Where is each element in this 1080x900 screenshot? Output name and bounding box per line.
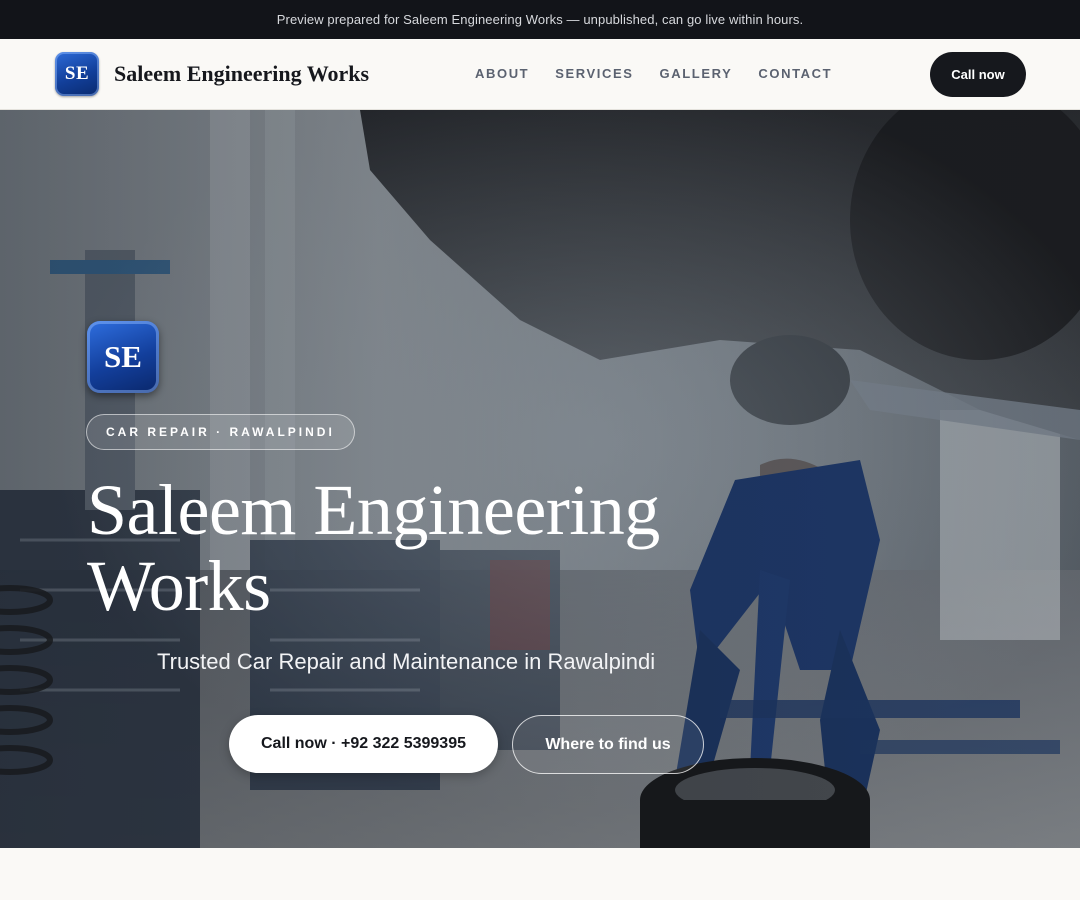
hero-section: SE CAR REPAIR · RAWALPINDI Saleem Engine… (0, 110, 1080, 848)
hero-eyebrow-badge: CAR REPAIR · RAWALPINDI (86, 414, 355, 450)
hero-call-now-button[interactable]: Call now · +92 322 5399395 (229, 715, 498, 773)
preview-banner: Preview prepared for Saleem Engineering … (0, 0, 1080, 39)
preview-banner-text: Preview prepared for Saleem Engineering … (276, 12, 804, 27)
nav-link-gallery[interactable]: GALLERY (660, 66, 733, 81)
brand[interactable]: SE Saleem Engineering Works (55, 52, 369, 96)
hero-eyebrow-text: CAR REPAIR · RAWALPINDI (106, 425, 335, 439)
main-nav: ABOUT SERVICES GALLERY CONTACT (475, 66, 858, 81)
call-now-button[interactable]: Call now (930, 52, 1026, 97)
hero-subtitle: Trusted Car Repair and Maintenance in Ra… (157, 649, 656, 674)
brand-name[interactable]: Saleem Engineering Works (114, 61, 369, 87)
site-header: SE Saleem Engineering Works ABOUT SERVIC… (0, 39, 1080, 110)
hero-title: Saleem Engineering Works (87, 470, 660, 626)
nav-link-services[interactable]: SERVICES (555, 66, 633, 81)
nav-link-contact[interactable]: CONTACT (758, 66, 832, 81)
where-to-find-us-button[interactable]: Where to find us (512, 715, 704, 774)
nav-link-about[interactable]: ABOUT (475, 66, 529, 81)
hero-logo-badge: SE (87, 321, 159, 393)
logo-badge[interactable]: SE (55, 52, 99, 96)
